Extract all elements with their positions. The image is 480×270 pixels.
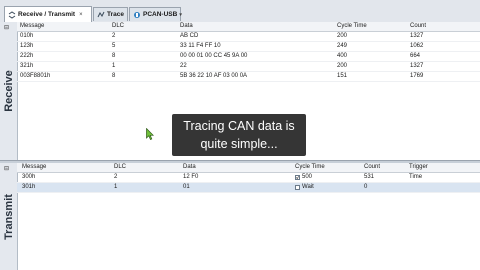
trigger-cell: Time (409, 174, 423, 180)
count-cell: 664 (410, 53, 421, 59)
dlc-cell: 8 (112, 53, 116, 59)
tab-label: PCAN-USB (143, 11, 178, 18)
column-header-message[interactable]: Message (20, 23, 44, 29)
message-cell: 222h (20, 53, 34, 59)
data-cell: 01 (183, 184, 190, 190)
cycle-time-cell: 500 (295, 174, 312, 180)
count-cell: 1769 (410, 73, 424, 79)
column-header-data[interactable]: Data (180, 23, 193, 29)
cycle-time-value: 500 (302, 174, 313, 181)
cycle-enabled-checkbox[interactable] (295, 175, 300, 180)
trace-icon (97, 11, 105, 19)
data-cell: AB CD (180, 33, 199, 39)
message-cell: 321h (20, 63, 34, 69)
column-header-message[interactable]: Message (22, 164, 46, 170)
data-cell: 12 F0 (183, 174, 199, 180)
column-header-dlc[interactable]: DLC (112, 23, 124, 29)
message-cell: 003F8801h (20, 73, 51, 79)
collapse-icon[interactable]: ⊟ (4, 24, 9, 31)
dlc-cell: 1 (114, 184, 118, 190)
tab-pcan-usb[interactable]: PCAN-USB ▾ (129, 7, 182, 21)
data-cell: 00 00 01 00 CC 45 9A 00 (180, 53, 248, 59)
table-row[interactable]: 300h 2 12 F0 500 531 Time (17, 173, 480, 183)
cycle-time-cell: 151 (337, 73, 348, 79)
dlc-cell: 2 (114, 174, 118, 180)
table-row-selected[interactable]: 301h 1 01 Wait 0 (17, 183, 480, 193)
caption-tooltip: Tracing CAN data is quite simple... (172, 114, 306, 156)
data-cell: 22 (180, 63, 187, 69)
message-cell: 010h (20, 33, 34, 39)
count-cell: 0 (364, 184, 368, 190)
tooltip-line-2: quite simple... (200, 137, 278, 151)
tab-bar: Receive / Transmit × Trace PCAN-USB ▾ (0, 0, 480, 23)
table-row[interactable]: 222h 8 00 00 01 00 CC 45 9A 00 400 664 (17, 52, 480, 62)
count-cell: 531 (364, 174, 375, 180)
receive-transmit-icon (8, 10, 16, 19)
transmit-side-panel: ⊟ Transmit (0, 163, 18, 270)
cycle-time-value: Wait (302, 184, 314, 191)
tooltip-line-1: Tracing CAN data is (183, 119, 295, 133)
tab-trace[interactable]: Trace (93, 7, 128, 21)
column-header-cycle-time[interactable]: Cycle Time (337, 23, 367, 29)
message-cell: 123h (20, 43, 34, 49)
data-cell: 5B 36 22 10 AF 03 00 0A (180, 73, 248, 79)
column-header-dlc[interactable]: DLC (114, 164, 126, 170)
count-cell: 1327 (410, 63, 424, 69)
transmit-pane: ⊟ Transmit Message DLC Data Cycle Time C… (0, 163, 480, 270)
cycle-time-cell: Wait (295, 184, 314, 190)
tab-label: Receive / Transmit (18, 11, 76, 18)
usb-connector-icon (133, 11, 141, 19)
dlc-cell: 5 (112, 43, 116, 49)
table-row[interactable]: 003F8801h 8 5B 36 22 10 AF 03 00 0A 151 … (17, 72, 480, 82)
table-row[interactable]: 010h 2 AB CD 200 1327 (17, 32, 480, 42)
collapse-icon[interactable]: ⊟ (4, 165, 9, 172)
count-cell: 1062 (410, 43, 424, 49)
receive-table: Message DLC Data Cycle Time Count 010h 2… (17, 22, 480, 82)
cycle-time-cell: 249 (337, 43, 348, 49)
table-row[interactable]: 321h 1 22 200 1327 (17, 62, 480, 72)
close-tab-icon[interactable]: × (79, 12, 83, 18)
message-cell: 300h (22, 174, 36, 180)
cycle-time-cell: 200 (337, 63, 348, 69)
cycle-enabled-checkbox[interactable] (295, 185, 300, 190)
cycle-time-cell: 400 (337, 53, 348, 59)
chevron-down-icon[interactable]: ▾ (179, 12, 182, 18)
transmit-label: Transmit (2, 193, 15, 240)
count-cell: 1327 (410, 33, 424, 39)
receive-label: Receive (2, 70, 15, 112)
table-row[interactable]: 123h 5 33 11 F4 FF 10 249 1062 (17, 42, 480, 52)
dlc-cell: 2 (112, 33, 116, 39)
data-cell: 33 11 F4 FF 10 (180, 43, 221, 49)
tab-label: Trace (107, 11, 124, 18)
dlc-cell: 1 (112, 63, 116, 69)
dlc-cell: 8 (112, 73, 116, 79)
message-cell: 301h (22, 184, 36, 190)
column-header-data[interactable]: Data (183, 164, 196, 170)
transmit-header-row: Message DLC Data Cycle Time Count Trigge… (17, 163, 480, 173)
tab-receive-transmit[interactable]: Receive / Transmit × (4, 6, 92, 22)
cycle-time-cell: 200 (337, 33, 348, 39)
column-header-count[interactable]: Count (364, 164, 380, 170)
column-header-trigger[interactable]: Trigger (409, 164, 428, 170)
mouse-cursor-icon (146, 127, 155, 142)
column-header-cycle-time[interactable]: Cycle Time (295, 164, 325, 170)
column-header-count[interactable]: Count (410, 23, 426, 29)
receive-header-row: Message DLC Data Cycle Time Count (17, 22, 480, 32)
transmit-table: Message DLC Data Cycle Time Count Trigge… (17, 163, 480, 193)
receive-side-panel: ⊟ Receive (0, 22, 18, 160)
